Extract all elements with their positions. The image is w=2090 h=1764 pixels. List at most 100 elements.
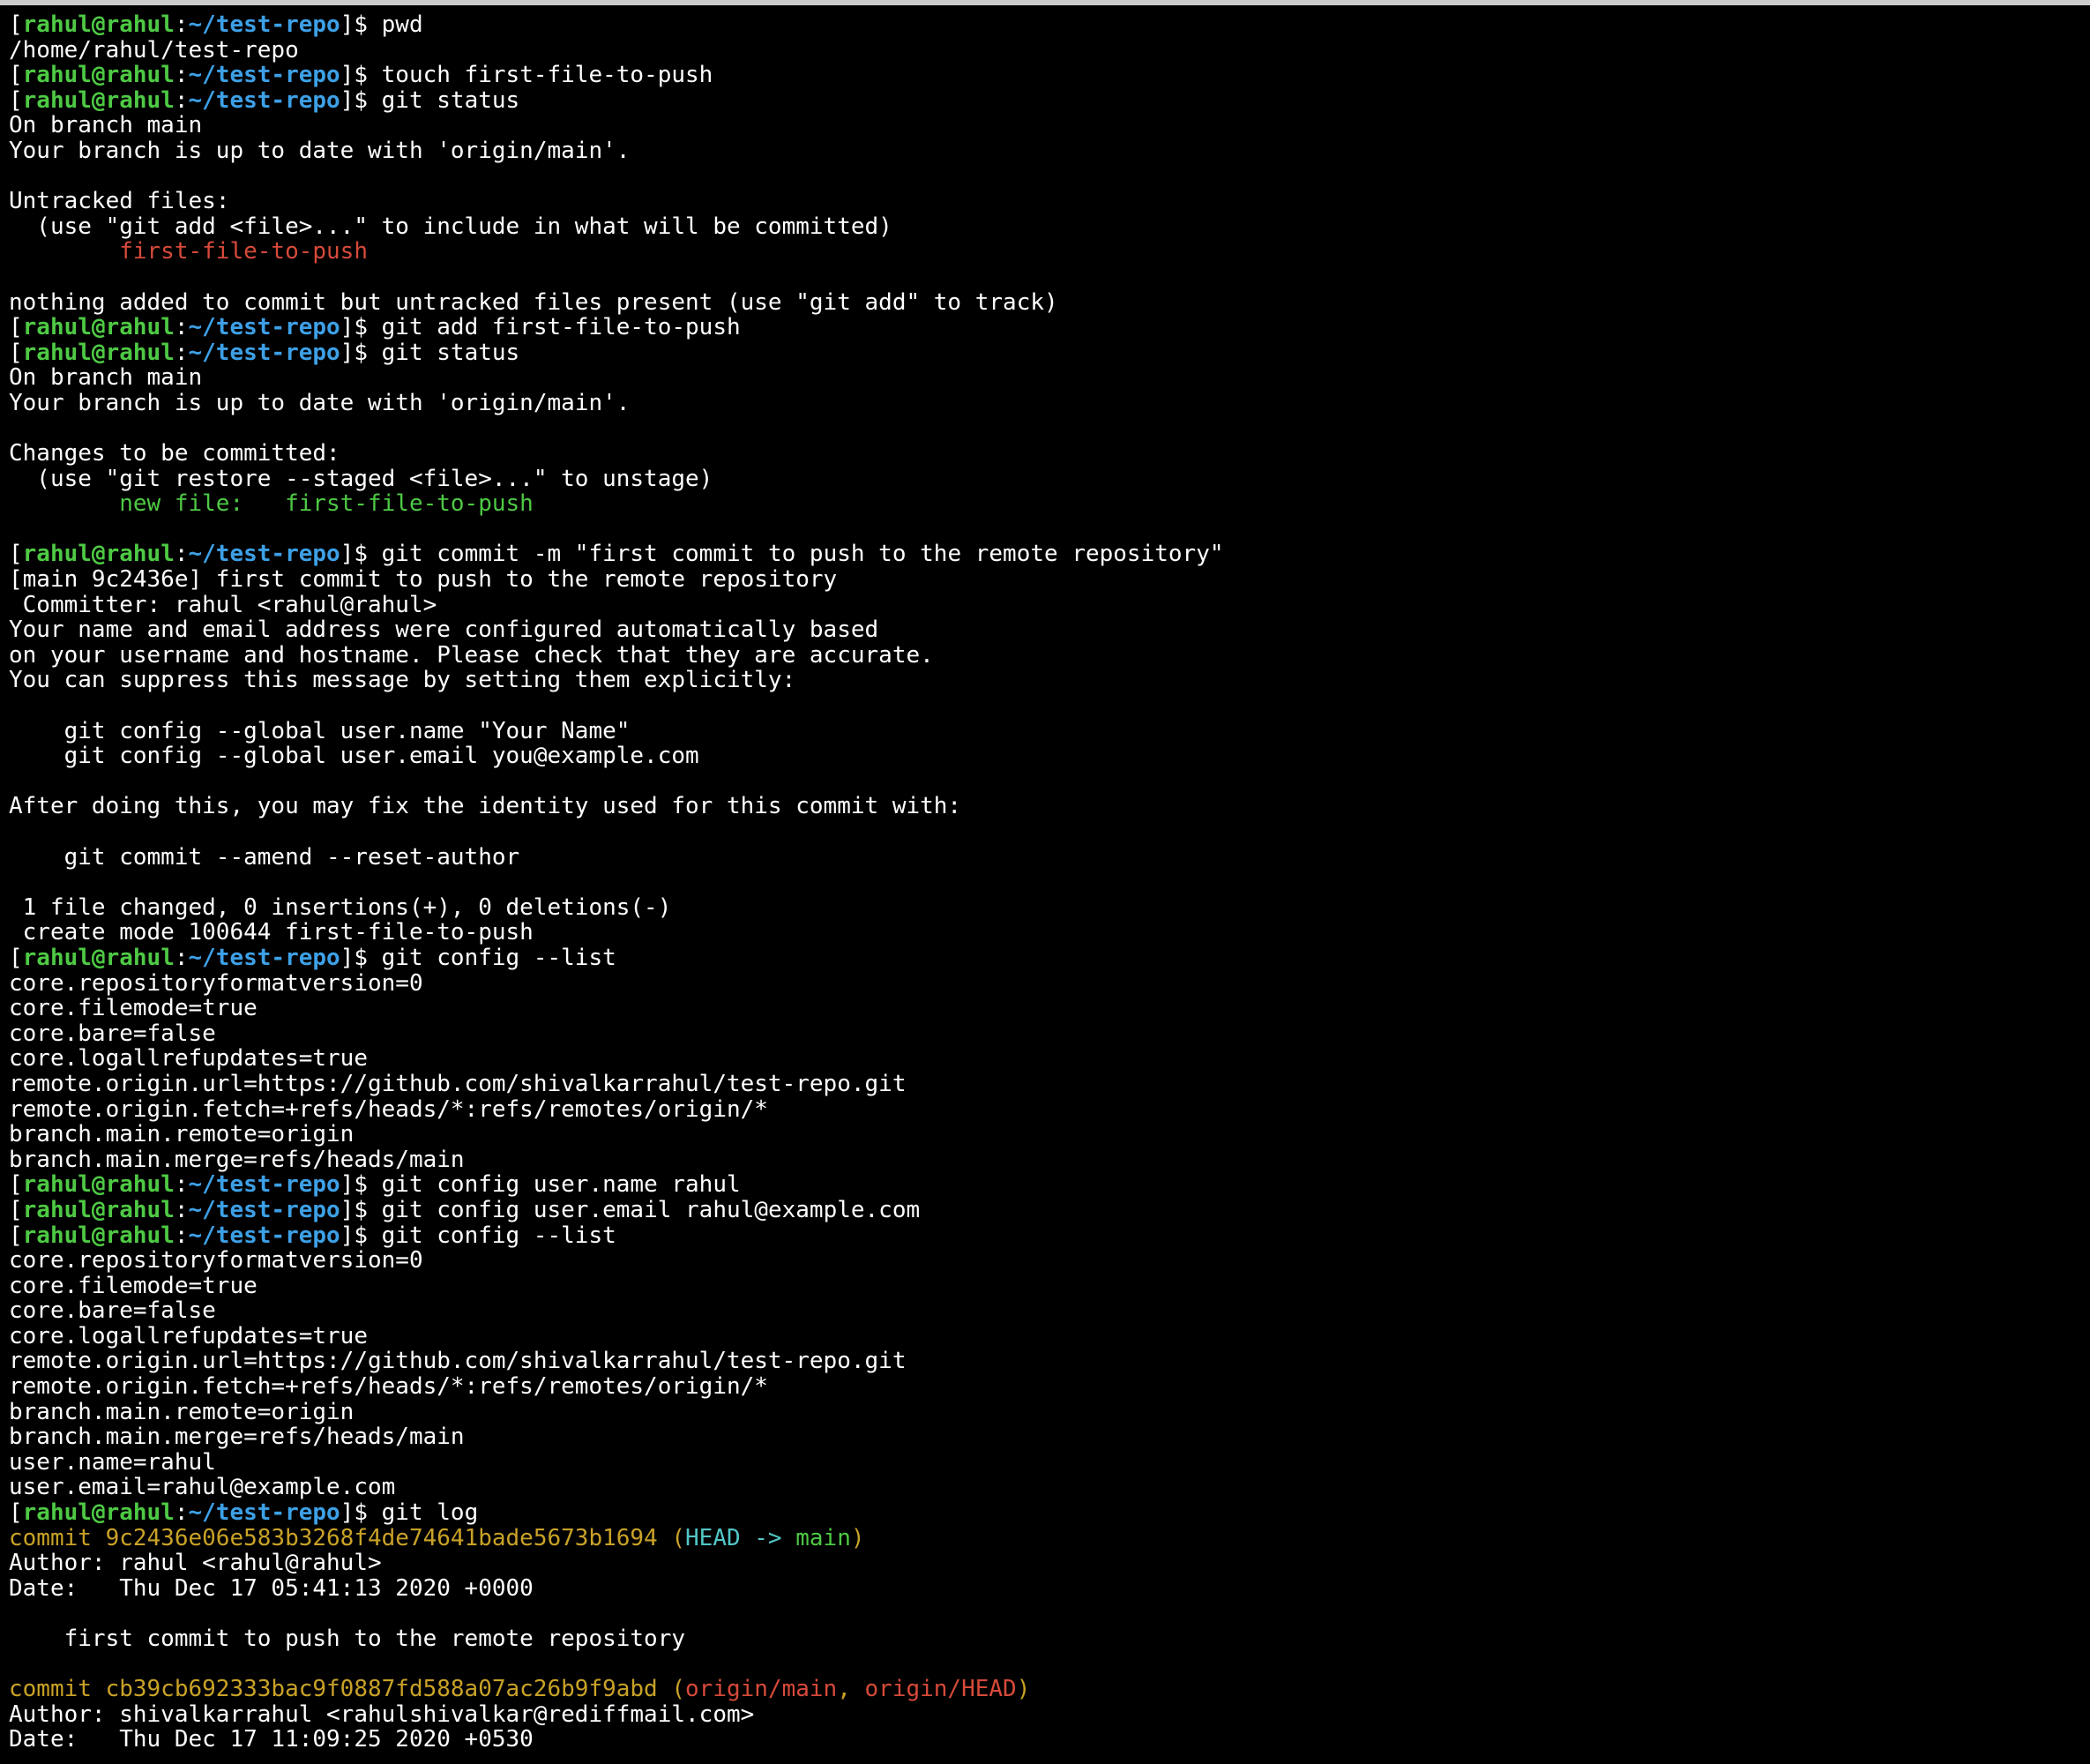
prompt-path: ~/test-repo: [189, 314, 340, 340]
output-line: nothing added to commit but untracked fi…: [9, 290, 2081, 316]
prompt-open-bracket: [: [9, 1499, 23, 1526]
prompt-close-bracket: ]: [340, 87, 355, 114]
output-line: /home/rahul/test-repo: [9, 38, 2081, 64]
output-line: branch.main.remote=origin: [9, 1400, 2081, 1425]
output-line: on your username and hostname. Please ch…: [9, 643, 2081, 669]
prompt-path: ~/test-repo: [189, 1222, 340, 1249]
prompt-open-bracket: [: [9, 340, 23, 366]
prompt-user: rahul@rahul: [23, 314, 175, 340]
output-line: new file: first-file-to-push: [9, 491, 2081, 517]
blank-line: [9, 1601, 2081, 1626]
prompt-open-bracket: [: [9, 87, 23, 114]
command-text: git config --list: [382, 945, 616, 971]
prompt-symbol: $: [354, 541, 381, 567]
output-line: remote.origin.fetch=+refs/heads/*:refs/r…: [9, 1374, 2081, 1400]
output-line: 1 file changed, 0 insertions(+), 0 delet…: [9, 895, 2081, 921]
output-line: core.logallrefupdates=true: [9, 1046, 2081, 1072]
prompt-open-bracket: [: [9, 62, 23, 88]
remote-ref: origin/main: [685, 1676, 837, 1702]
prompt-line: [rahul@rahul:~/test-repo]$ git add first…: [9, 315, 2081, 340]
prompt-user: rahul@rahul: [23, 340, 175, 366]
prompt-line: [rahul@rahul:~/test-repo]$ git config --…: [9, 1223, 2081, 1249]
output-line: user.name=rahul: [9, 1450, 2081, 1476]
prompt-user: rahul@rahul: [23, 62, 175, 88]
output-line: core.repositoryformatversion=0: [9, 971, 2081, 997]
command-text: git config --list: [382, 1222, 616, 1249]
prompt-close-bracket: ]: [340, 62, 355, 88]
prompt-path: ~/test-repo: [189, 541, 340, 567]
prompt-symbol: $: [354, 1222, 381, 1249]
remote-ref: origin/HEAD: [865, 1676, 1017, 1702]
prompt-symbol: $: [354, 11, 381, 38]
prompt-close-bracket: ]: [340, 1171, 355, 1198]
prompt-path: ~/test-repo: [189, 1197, 340, 1223]
prompt-separator: :: [175, 340, 189, 366]
output-line: git config --global user.email you@examp…: [9, 744, 2081, 769]
prompt-open-bracket: [: [9, 11, 23, 38]
output-line: On branch main: [9, 113, 2081, 138]
prompt-close-bracket: ]: [340, 11, 355, 38]
prompt-path: ~/test-repo: [189, 1499, 340, 1526]
prompt-path: ~/test-repo: [189, 87, 340, 114]
prompt-user: rahul@rahul: [23, 541, 175, 567]
output-line: After doing this, you may fix the identi…: [9, 794, 2081, 819]
prompt-close-bracket: ]: [340, 541, 355, 567]
output-line: git commit --amend --reset-author: [9, 845, 2081, 871]
prompt-separator: :: [175, 541, 189, 567]
output-line: Your name and email address were configu…: [9, 617, 2081, 643]
output-line: Author: rahul <rahul@rahul>: [9, 1551, 2081, 1576]
prompt-open-bracket: [: [9, 1197, 23, 1223]
paren-close: ): [1017, 1676, 1031, 1702]
prompt-user: rahul@rahul: [23, 1222, 175, 1249]
prompt-line: [rahul@rahul:~/test-repo]$ git config --…: [9, 946, 2081, 971]
output-line: Date: Thu Dec 17 11:09:25 2020 +0530: [9, 1727, 2081, 1753]
prompt-user: rahul@rahul: [23, 1171, 175, 1198]
commit-hash: commit cb39cb692333bac9f0887fd588a07ac26…: [9, 1676, 671, 1702]
paren-close: ): [851, 1525, 865, 1551]
prompt-close-bracket: ]: [340, 1499, 355, 1526]
command-text: touch first-file-to-push: [382, 62, 713, 88]
head-pointer: HEAD ->: [685, 1525, 795, 1551]
output-line: core.filemode=true: [9, 1274, 2081, 1299]
prompt-separator: :: [175, 1499, 189, 1526]
prompt-symbol: $: [354, 314, 381, 340]
prompt-separator: :: [175, 11, 189, 38]
output-line: branch.main.remote=origin: [9, 1122, 2081, 1147]
blank-line: [9, 265, 2081, 290]
comma: ,: [837, 1676, 864, 1702]
blank-line: [9, 517, 2081, 542]
prompt-close-bracket: ]: [340, 1197, 355, 1223]
output-line: [main 9c2436e] first commit to push to t…: [9, 567, 2081, 593]
prompt-symbol: $: [354, 1197, 381, 1223]
git-log-commit-line: commit cb39cb692333bac9f0887fd588a07ac26…: [9, 1677, 2081, 1702]
output-line: (use "git add <file>..." to include in w…: [9, 214, 2081, 240]
prompt-open-bracket: [: [9, 945, 23, 971]
output-line: remote.origin.url=https://github.com/shi…: [9, 1072, 2081, 1097]
prompt-user: rahul@rahul: [23, 1499, 175, 1526]
prompt-line: [rahul@rahul:~/test-repo]$ git config us…: [9, 1172, 2081, 1198]
output-line: core.filemode=true: [9, 996, 2081, 1021]
prompt-separator: :: [175, 1197, 189, 1223]
output-line: Committer: rahul <rahul@rahul>: [9, 593, 2081, 618]
terminal-pane[interactable]: [rahul@rahul:~/test-repo]$ pwd/home/rahu…: [0, 5, 2090, 1764]
git-log-commit-line: commit 9c2436e06e583b3268f4de74641bade56…: [9, 1526, 2081, 1551]
prompt-line: [rahul@rahul:~/test-repo]$ git commit -m…: [9, 542, 2081, 567]
prompt-separator: :: [175, 62, 189, 88]
command-text: pwd: [382, 11, 423, 38]
blank-line: [9, 164, 2081, 190]
prompt-path: ~/test-repo: [189, 62, 340, 88]
command-text: git status: [382, 87, 520, 114]
blank-line: [9, 1753, 2081, 1764]
prompt-symbol: $: [354, 87, 381, 114]
output-line: first-file-to-push: [9, 239, 2081, 265]
blank-line: [9, 1652, 2081, 1678]
prompt-separator: :: [175, 1222, 189, 1249]
blank-line: [9, 693, 2081, 719]
prompt-line: [rahul@rahul:~/test-repo]$ git status: [9, 340, 2081, 366]
prompt-path: ~/test-repo: [189, 1171, 340, 1198]
output-line: remote.origin.fetch=+refs/heads/*:refs/r…: [9, 1097, 2081, 1123]
prompt-line: [rahul@rahul:~/test-repo]$ git log: [9, 1500, 2081, 1526]
output-line: On branch main: [9, 365, 2081, 391]
prompt-symbol: $: [354, 1499, 381, 1526]
command-text: git add first-file-to-push: [382, 314, 741, 340]
